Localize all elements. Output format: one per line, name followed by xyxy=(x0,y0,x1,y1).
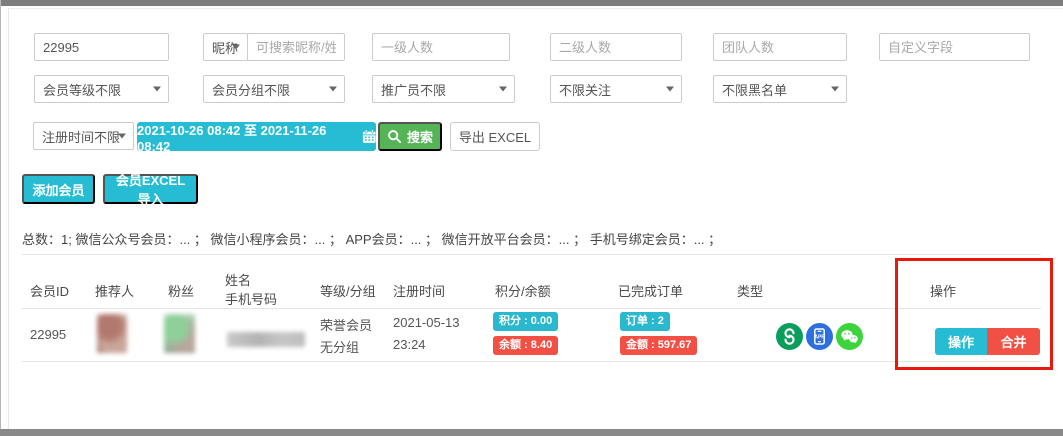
date-range-text: 2021-10-26 08:42 至 2021-11-26 08:42 xyxy=(137,120,356,154)
nickname-field-select[interactable]: 昵称 xyxy=(203,33,248,61)
row-member-id: 22995 xyxy=(30,327,66,342)
add-member-label: 添加会员 xyxy=(32,180,84,199)
row-divider xyxy=(22,361,1041,362)
member-excel-import-label: 会员EXCEL导入 xyxy=(111,170,190,208)
app-icon: APP xyxy=(806,323,833,350)
search-button-label: 搜索 xyxy=(407,127,433,146)
export-excel-label: 导出 EXCEL xyxy=(459,127,531,146)
member-level-select[interactable]: 会员等级不限 xyxy=(34,75,169,103)
search-icon xyxy=(387,129,402,144)
orders-badge: 订单 : 2 xyxy=(620,312,670,331)
register-time-select-label: 注册时间不限 xyxy=(42,127,120,146)
blacklist-select[interactable]: 不限黑名单 xyxy=(713,75,847,103)
row-member-level: 荣誉会员 xyxy=(320,315,372,334)
chevron-down-icon xyxy=(153,87,161,92)
chevron-down-icon xyxy=(831,87,839,92)
nickname-search-input[interactable] xyxy=(247,33,345,61)
calendar-icon xyxy=(362,129,376,144)
export-excel-button[interactable]: 导出 EXCEL xyxy=(450,122,540,151)
member-admin-page: 昵称 会员等级不限 会员分组不限 推广员不限 不限关注 不限黑名单 注册时间不限… xyxy=(0,0,1063,436)
points-badge: 积分 : 0.00 xyxy=(493,312,558,331)
svg-text:APP: APP xyxy=(814,335,825,341)
member-group-select[interactable]: 会员分组不限 xyxy=(203,75,345,103)
chevron-down-icon xyxy=(118,134,126,139)
member-id-input[interactable] xyxy=(34,33,169,61)
add-member-button[interactable]: 添加会员 xyxy=(22,174,95,204)
col-header-name: 姓名 xyxy=(225,270,251,289)
row-reg-date: 2021-05-13 xyxy=(393,315,460,330)
col-header-referrer: 推荐人 xyxy=(95,281,134,300)
search-button[interactable]: 搜索 xyxy=(378,122,442,151)
left-edge-line xyxy=(0,0,1,436)
team-count-input[interactable] xyxy=(713,33,847,61)
date-range-picker[interactable]: 2021-10-26 08:42 至 2021-11-26 08:42 xyxy=(137,122,376,151)
row-reg-clock: 23:24 xyxy=(393,337,426,352)
member-level-select-label: 会员等级不限 xyxy=(43,80,121,99)
col-header-reg-time: 注册时间 xyxy=(393,281,445,300)
header-divider xyxy=(22,308,1041,309)
level2-count-input[interactable] xyxy=(550,33,682,61)
bottom-gray-bar xyxy=(0,429,1063,436)
annotation-highlight-box xyxy=(895,258,1053,370)
level1-count-input[interactable] xyxy=(372,33,510,61)
follow-select-label: 不限关注 xyxy=(559,80,611,99)
balance-badge: 余额 : 8.40 xyxy=(493,336,558,355)
top-gray-bar xyxy=(0,0,1063,6)
col-header-orders: 已完成订单 xyxy=(618,281,683,300)
register-time-select[interactable]: 注册时间不限 xyxy=(33,122,134,150)
row-member-group: 无分组 xyxy=(320,337,359,356)
referrer-avatar xyxy=(97,314,127,353)
follow-select[interactable]: 不限关注 xyxy=(550,75,682,103)
table-top-divider xyxy=(22,254,1041,255)
promoter-select-label: 推广员不限 xyxy=(381,80,446,99)
amount-badge: 金额 : 597.67 xyxy=(620,336,697,355)
col-header-member-id: 会员ID xyxy=(30,281,69,300)
chevron-down-icon xyxy=(499,87,507,92)
chevron-down-icon xyxy=(232,45,240,50)
col-header-points-balance: 积分/余额 xyxy=(495,281,551,300)
chevron-down-icon xyxy=(666,87,674,92)
member-count-summary: 总数：1; 微信公众号会员：... ； 微信小程序会员：... ； APP会员：… xyxy=(22,229,721,248)
custom-field-input[interactable] xyxy=(879,33,1030,61)
name-phone-redacted xyxy=(227,332,305,347)
fan-avatar xyxy=(164,314,195,353)
promoter-select[interactable]: 推广员不限 xyxy=(372,75,515,103)
chevron-down-icon xyxy=(329,87,337,92)
col-header-level-group: 等级/分组 xyxy=(320,281,376,300)
miniprogram-icon xyxy=(776,323,803,350)
wechat-icon xyxy=(836,323,863,350)
col-header-phone: 手机号码 xyxy=(225,289,277,308)
col-header-type: 类型 xyxy=(737,281,763,300)
member-group-select-label: 会员分组不限 xyxy=(212,80,290,99)
member-excel-import-button[interactable]: 会员EXCEL导入 xyxy=(103,174,198,204)
blacklist-select-label: 不限黑名单 xyxy=(722,80,787,99)
col-header-fans: 粉丝 xyxy=(168,281,194,300)
